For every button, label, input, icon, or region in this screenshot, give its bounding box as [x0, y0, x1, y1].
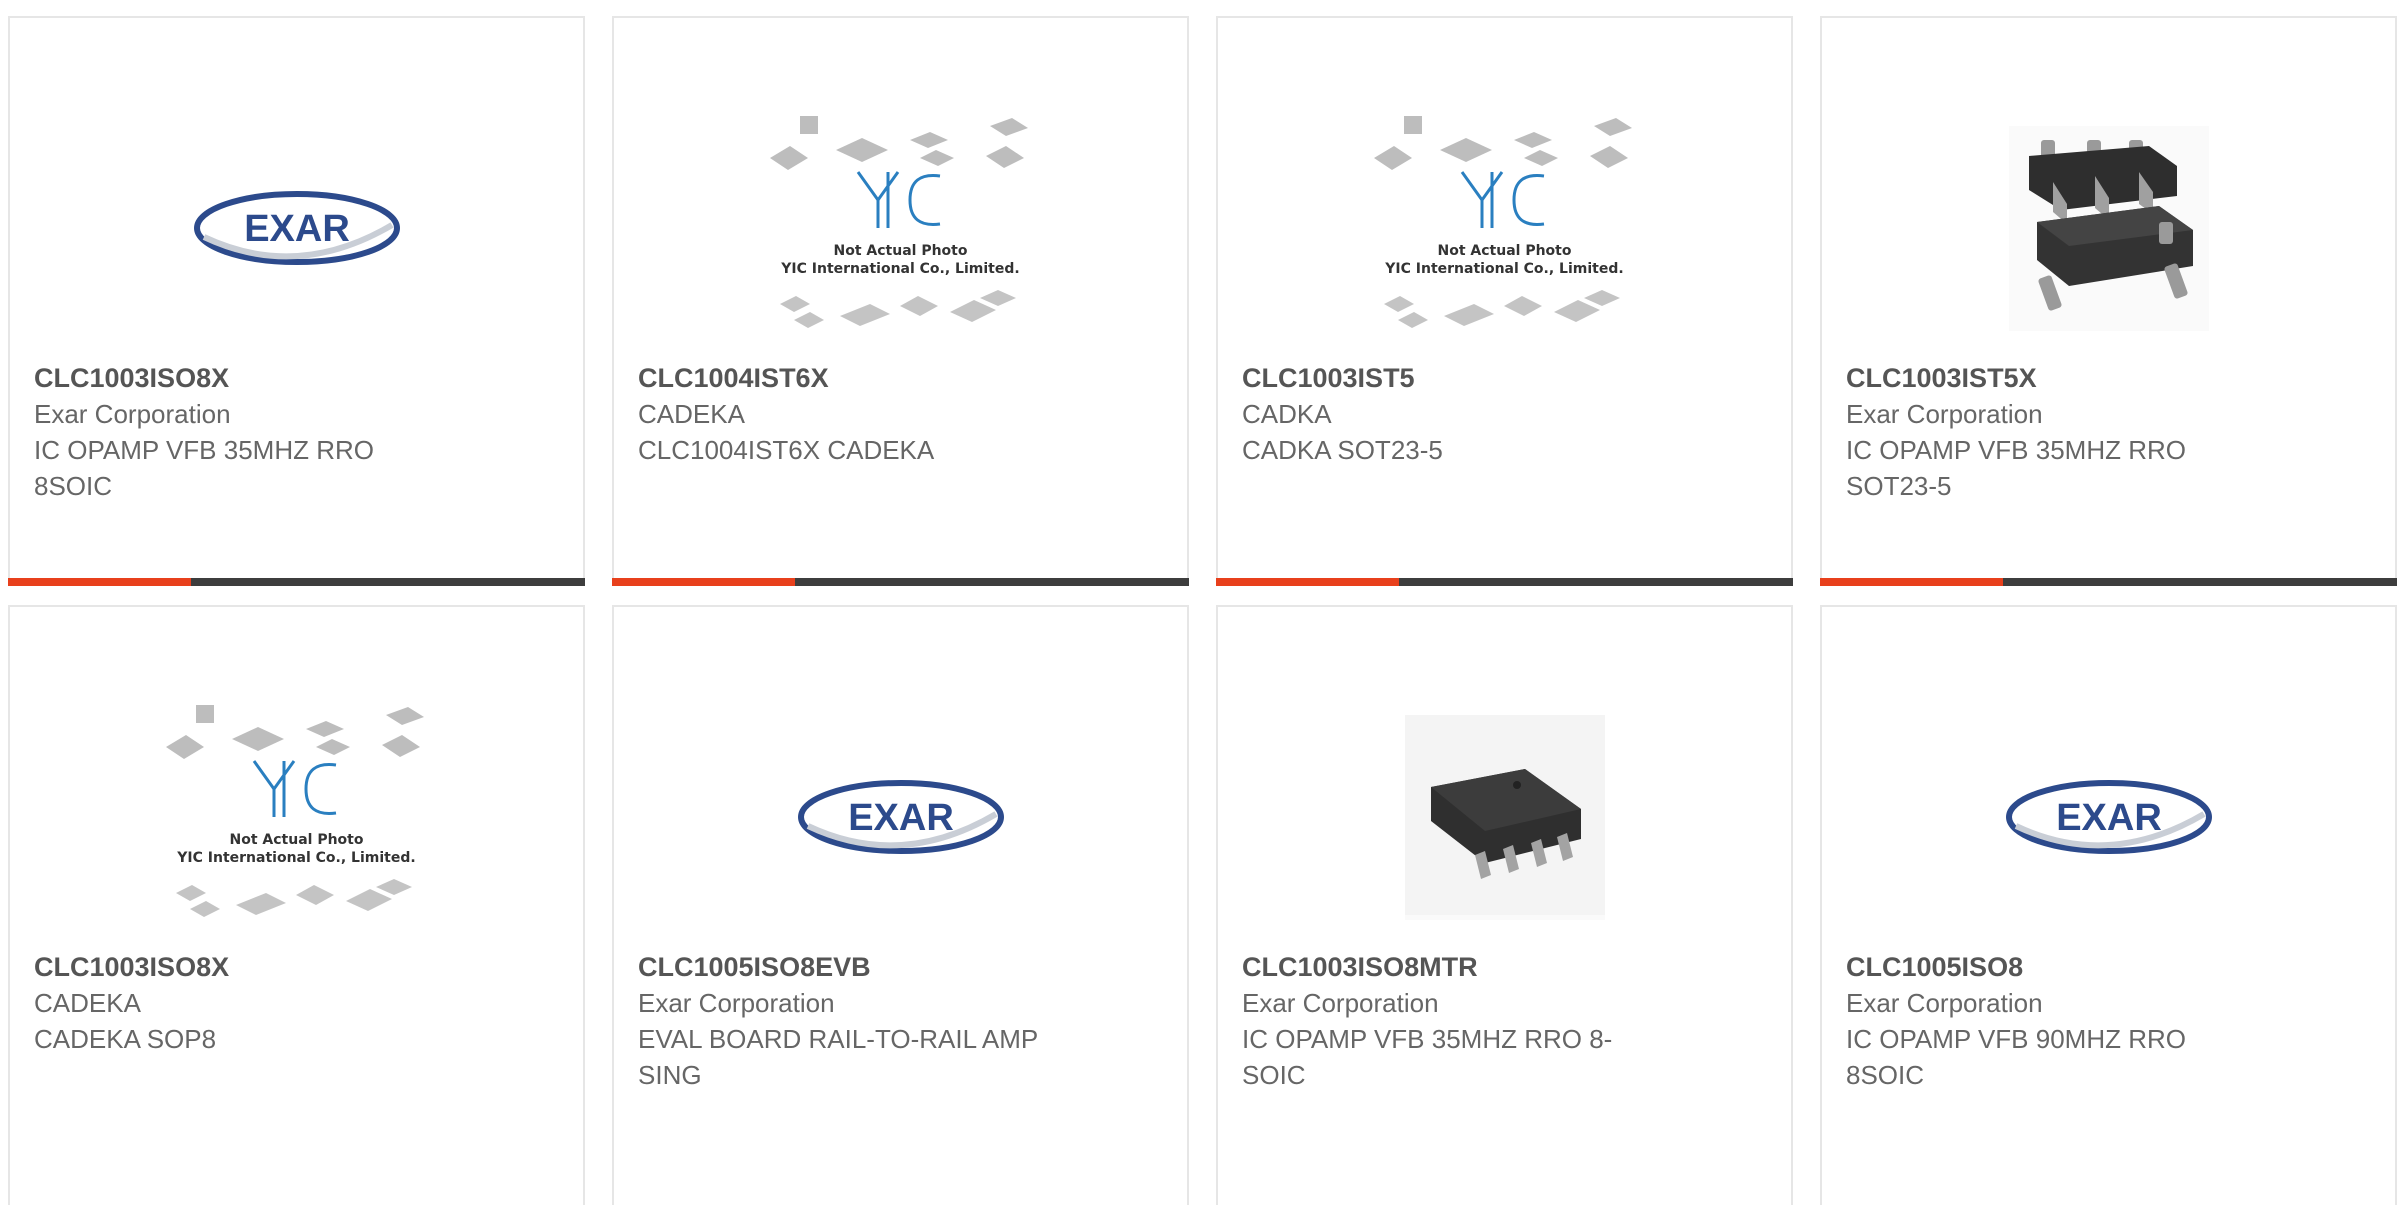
- description: CADKA SOT23-5: [1242, 435, 1443, 465]
- product-card[interactable]: CLC1003ISO8MTR Exar Corporation IC OPAMP…: [1216, 605, 1793, 1205]
- card-accent: [8, 578, 191, 586]
- part-number[interactable]: CLC1003ISO8X: [34, 360, 563, 396]
- part-number[interactable]: CLC1003IST5: [1242, 360, 1771, 396]
- yic-placeholder-image: Not Actual Photo YIC International Co., …: [165, 699, 428, 935]
- product-info: CLC1005ISO8 Exar Corporation IC OPAMP VF…: [1846, 949, 2375, 1093]
- exar-logo-text: EXAR: [848, 797, 954, 839]
- product-info: CLC1004IST6X CADEKA CLC1004IST6X CADEKA: [638, 360, 1167, 468]
- exar-logo-text: EXAR: [244, 208, 350, 250]
- product-card[interactable]: EXAR CLC1003ISO8X Exar Corporation IC OP…: [8, 16, 585, 586]
- product-info: CLC1003ISO8X Exar Corporation IC OPAMP V…: [34, 360, 563, 504]
- product-image[interactable]: EXAR: [614, 677, 1187, 957]
- card-accent: [1820, 578, 2003, 586]
- product-card[interactable]: Not Actual Photo YIC International Co., …: [8, 605, 585, 1205]
- product-grid: EXAR CLC1003ISO8X Exar Corporation IC OP…: [0, 0, 2400, 1205]
- product-card[interactable]: Not Actual Photo YIC International Co., …: [1216, 16, 1793, 586]
- soic8-chip-photo: [1404, 714, 1605, 920]
- part-number[interactable]: CLC1005ISO8EVB: [638, 949, 1167, 985]
- exar-logo-text: EXAR: [2056, 797, 2162, 839]
- product-image[interactable]: EXAR: [1822, 677, 2395, 957]
- product-info: CLC1003ISO8MTR Exar Corporation IC OPAMP…: [1242, 949, 1771, 1093]
- exar-logo: EXAR: [797, 778, 1004, 856]
- product-card[interactable]: EXAR CLC1005ISO8EVB Exar Corporation EVA…: [612, 605, 1189, 1205]
- manufacturer: Exar Corporation: [34, 399, 231, 429]
- product-card[interactable]: Not Actual Photo YIC International Co., …: [612, 16, 1189, 586]
- yic-placeholder-image: Not Actual Photo YIC International Co., …: [769, 110, 1032, 346]
- manufacturer: Exar Corporation: [1242, 988, 1439, 1018]
- manufacturer: Exar Corporation: [638, 988, 835, 1018]
- part-number[interactable]: CLC1003ISO8X: [34, 949, 563, 985]
- description: IC OPAMP VFB 35MHZ RRO 8-SOIC: [1242, 1024, 1613, 1090]
- product-info: CLC1003IST5X Exar Corporation IC OPAMP V…: [1846, 360, 2375, 504]
- product-card[interactable]: CLC1003IST5X Exar Corporation IC OPAMP V…: [1820, 16, 2397, 586]
- card-accent: [612, 578, 795, 586]
- description: IC OPAMP VFB 90MHZ RRO 8SOIC: [1846, 1024, 2186, 1090]
- description: CLC1004IST6X CADEKA: [638, 435, 935, 465]
- exar-logo: EXAR: [193, 189, 400, 267]
- card-bottom-bar: [1820, 578, 2397, 586]
- part-number[interactable]: CLC1005ISO8: [1846, 949, 2375, 985]
- description: IC OPAMP VFB 35MHZ RRO SOT23-5: [1846, 435, 2186, 501]
- description: CADEKA SOP8: [34, 1024, 217, 1054]
- yic-caption: Not Actual Photo YIC International Co., …: [177, 832, 416, 866]
- manufacturer: Exar Corporation: [1846, 399, 2043, 429]
- card-bottom-bar: [8, 578, 585, 586]
- yic-caption: Not Actual Photo YIC International Co., …: [781, 243, 1020, 277]
- product-info: CLC1003IST5 CADKA CADKA SOT23-5: [1242, 360, 1771, 468]
- card-bottom-bar: [612, 578, 1189, 586]
- product-image[interactable]: Not Actual Photo YIC International Co., …: [10, 677, 583, 957]
- manufacturer: Exar Corporation: [1846, 988, 2043, 1018]
- manufacturer: CADKA: [1242, 399, 1332, 429]
- part-number[interactable]: CLC1003ISO8MTR: [1242, 949, 1771, 985]
- yic-caption: Not Actual Photo YIC International Co., …: [1385, 243, 1624, 277]
- product-card[interactable]: EXAR CLC1005ISO8 Exar Corporation IC OPA…: [1820, 605, 2397, 1205]
- description: EVAL BOARD RAIL-TO-RAIL AMP SING: [638, 1024, 1038, 1090]
- card-bottom-bar: [1216, 578, 1793, 586]
- product-image[interactable]: Not Actual Photo YIC International Co., …: [1218, 88, 1791, 368]
- product-image[interactable]: [1822, 88, 2395, 368]
- description: IC OPAMP VFB 35MHZ RRO 8SOIC: [34, 435, 374, 501]
- sot23-chip-photo: [2008, 125, 2209, 331]
- product-image[interactable]: [1218, 677, 1791, 957]
- product-image[interactable]: EXAR: [10, 88, 583, 368]
- manufacturer: CADEKA: [34, 988, 141, 1018]
- manufacturer: CADEKA: [638, 399, 745, 429]
- yic-placeholder-image: Not Actual Photo YIC International Co., …: [1373, 110, 1636, 346]
- part-number[interactable]: CLC1003IST5X: [1846, 360, 2375, 396]
- exar-logo: EXAR: [2005, 778, 2212, 856]
- product-info: CLC1005ISO8EVB Exar Corporation EVAL BOA…: [638, 949, 1167, 1093]
- product-image[interactable]: Not Actual Photo YIC International Co., …: [614, 88, 1187, 368]
- part-number[interactable]: CLC1004IST6X: [638, 360, 1167, 396]
- product-info: CLC1003ISO8X CADEKA CADEKA SOP8: [34, 949, 563, 1057]
- card-accent: [1216, 578, 1399, 586]
